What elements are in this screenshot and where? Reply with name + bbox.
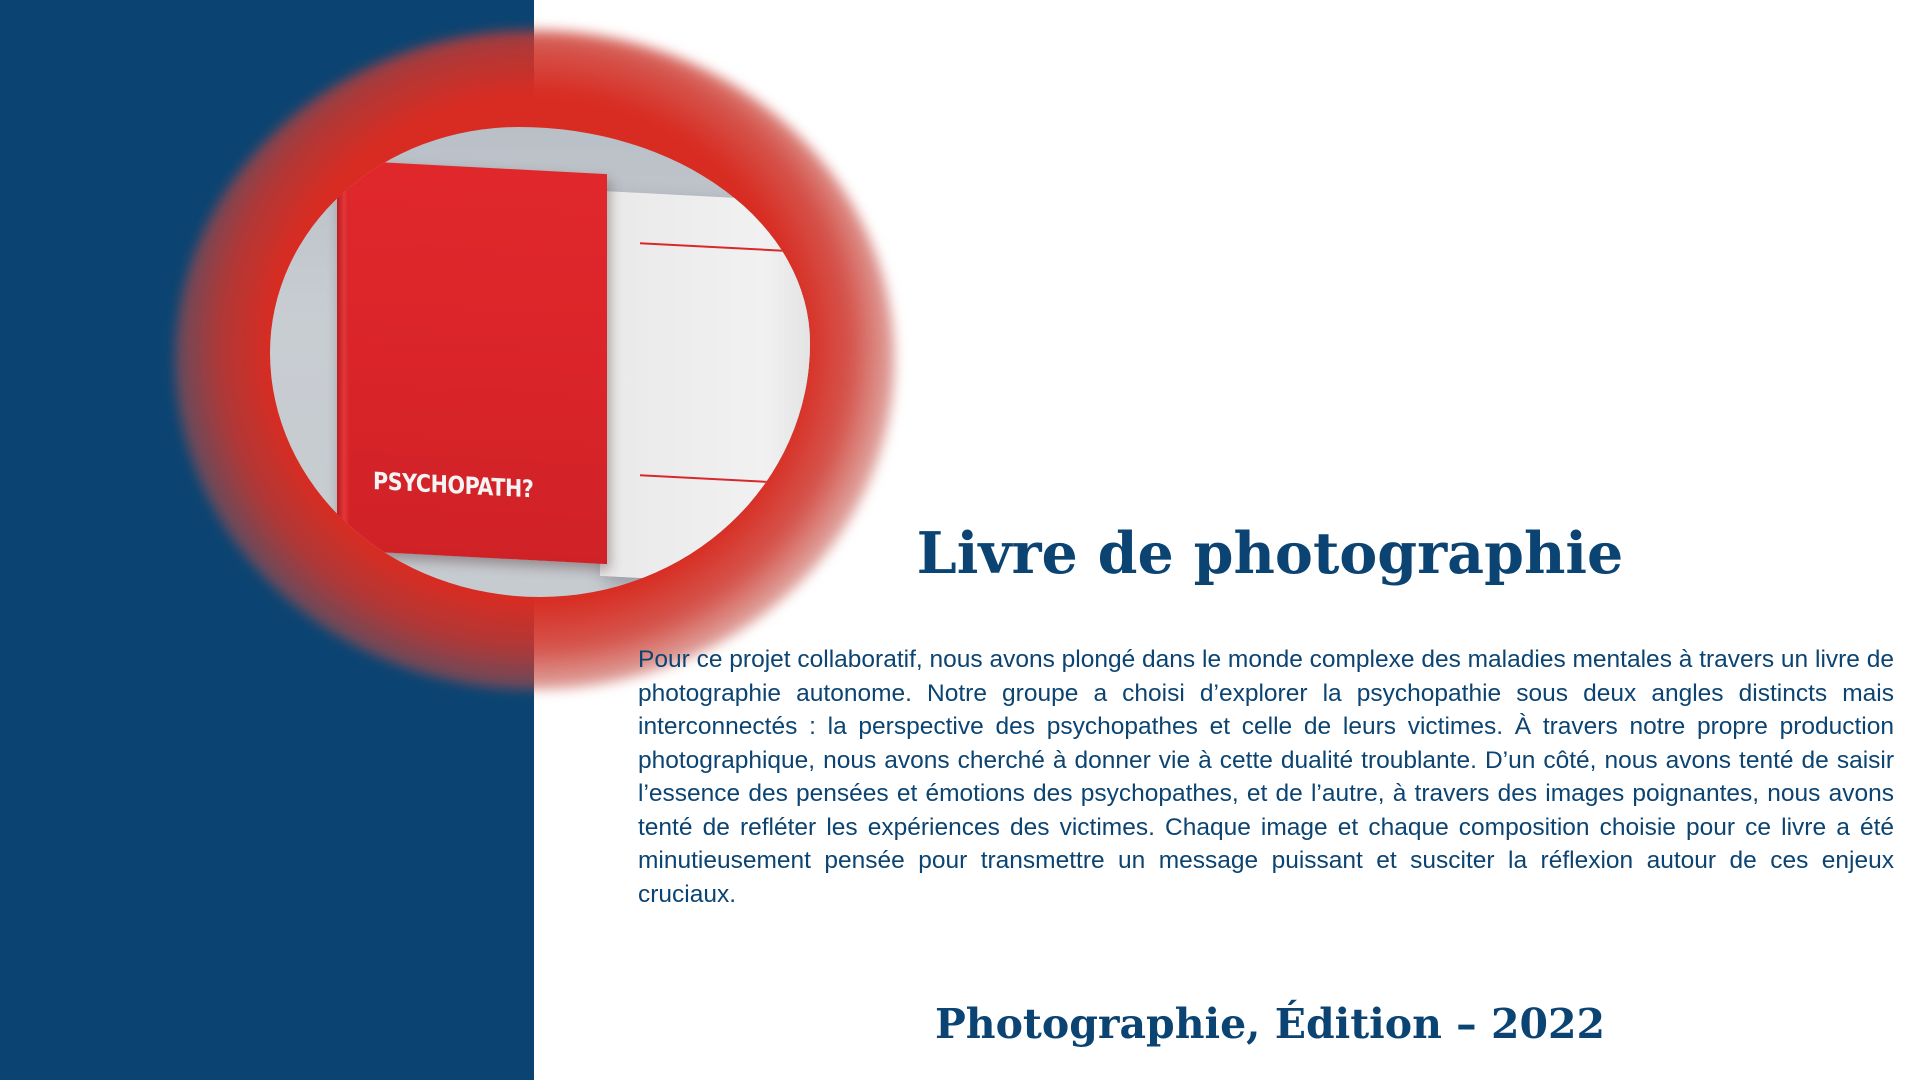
portfolio-page: PSYCHOPATH? Livre de photographie Pour c… bbox=[0, 0, 1920, 1080]
page-title: Livre de photographie bbox=[916, 520, 1624, 587]
book-mockup-photo: PSYCHOPATH? bbox=[270, 127, 810, 597]
book-spine bbox=[337, 166, 349, 558]
book-cover bbox=[337, 159, 607, 565]
book-red-frame bbox=[640, 242, 810, 486]
project-description: Pour ce projet collaboratif, nous avons … bbox=[638, 646, 1894, 908]
project-caption: Photographie, Édition – 2022 bbox=[934, 1000, 1606, 1048]
